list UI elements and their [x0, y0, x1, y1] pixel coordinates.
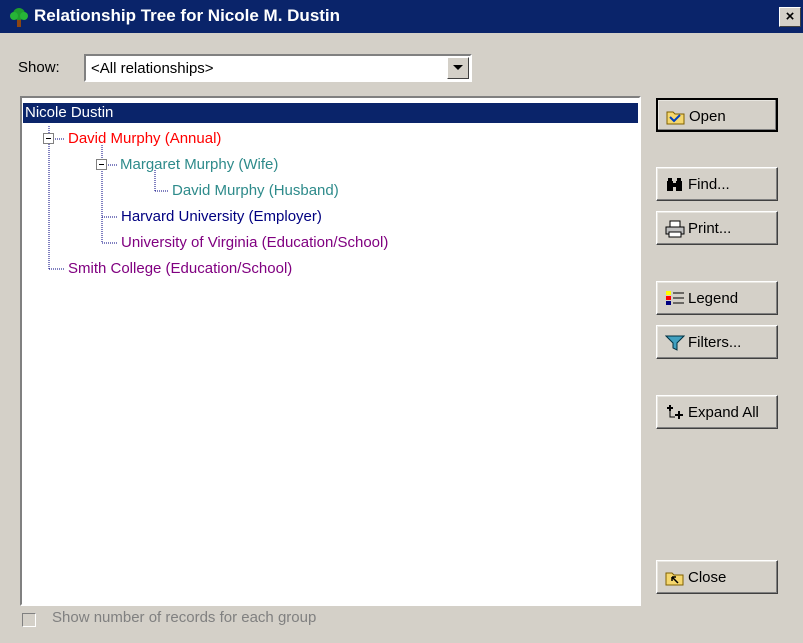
- tree-connector-lines: [48, 126, 169, 270]
- close-icon[interactable]: ×: [779, 7, 801, 27]
- tree-node-david-murphy-annual[interactable]: David Murphy (Annual): [68, 129, 221, 149]
- tree-node-smith-college[interactable]: Smith College (Education/School): [68, 259, 292, 279]
- expand-all-button[interactable]: Expand All: [656, 395, 778, 429]
- tree-node-margaret-murphy[interactable]: Margaret Murphy (Wife): [120, 155, 278, 175]
- dropdown-arrow-icon[interactable]: [447, 57, 469, 79]
- legend-button[interactable]: Legend: [656, 281, 778, 315]
- close-button-label: Close: [688, 569, 727, 586]
- expand-all-button-label: Expand All: [688, 404, 759, 421]
- filters-button[interactable]: Filters...: [656, 325, 778, 359]
- tree-node-harvard-university[interactable]: Harvard University (Employer): [121, 207, 322, 227]
- tree-icon: [10, 8, 28, 27]
- expand-plus-icon: [667, 405, 683, 419]
- title-bar[interactable]: Relationship Tree for Nicole M. Dustin ×: [0, 0, 803, 33]
- print-button[interactable]: Print...: [656, 211, 778, 245]
- funnel-icon: [665, 335, 685, 351]
- legend-button-label: Legend: [688, 290, 739, 307]
- find-button-label: Find...: [688, 176, 730, 193]
- tree-node-david-murphy-husband[interactable]: David Murphy (Husband): [172, 181, 339, 201]
- show-dropdown[interactable]: <All relationships>: [84, 54, 472, 82]
- show-record-count-label: Show number of records for each group: [52, 609, 317, 626]
- relationship-tree-view[interactable]: Nicole Dustin David Murphy (Annual) Marg…: [20, 96, 641, 606]
- folder-open-icon: [666, 111, 685, 125]
- collapse-icon[interactable]: [96, 159, 107, 170]
- show-label: Show:: [18, 59, 60, 76]
- find-button[interactable]: Find...: [656, 167, 778, 201]
- close-button[interactable]: Close: [656, 560, 778, 594]
- relationship-tree-window: Relationship Tree for Nicole M. Dustin ×…: [0, 0, 803, 643]
- open-button[interactable]: Open: [656, 98, 778, 132]
- print-button-label: Print...: [688, 220, 732, 237]
- show-dropdown-value: <All relationships>: [91, 60, 214, 77]
- tree-node-root[interactable]: Nicole Dustin: [23, 103, 638, 123]
- filters-button-label: Filters...: [688, 334, 742, 351]
- show-record-count-checkbox[interactable]: [22, 613, 36, 627]
- folder-close-icon: [665, 572, 684, 586]
- open-button-label: Open: [689, 108, 726, 125]
- window-title: Relationship Tree for Nicole M. Dustin: [34, 6, 341, 25]
- printer-icon: [665, 220, 685, 238]
- binoculars-icon: [667, 178, 682, 191]
- collapse-icon[interactable]: [43, 133, 54, 144]
- tree-node-university-of-virginia[interactable]: University of Virginia (Education/School…: [121, 233, 388, 253]
- legend-icon: [666, 291, 684, 305]
